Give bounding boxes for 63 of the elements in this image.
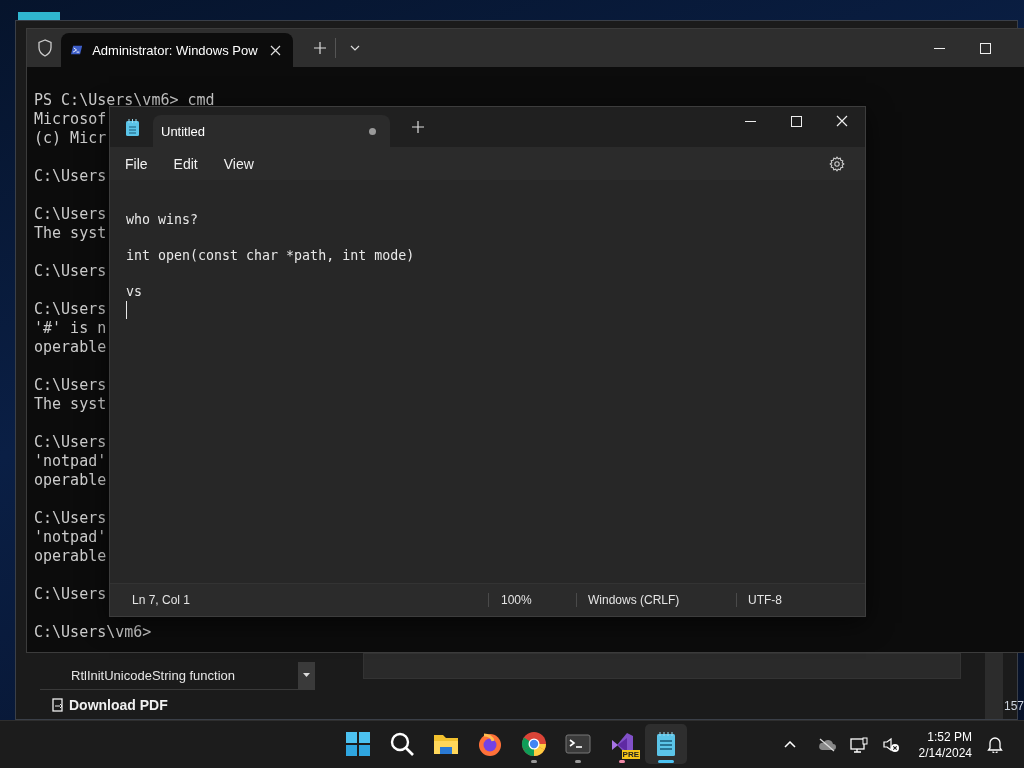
cursor-position: Ln 7, Col 1 (132, 593, 192, 607)
edition-badge: PRE (621, 750, 640, 759)
terminal-line: C:\Users (34, 433, 107, 451)
windows-logo-icon (344, 730, 372, 758)
terminal-line: C:\Users (34, 376, 107, 394)
maximize-icon (790, 115, 802, 127)
close-icon (836, 115, 848, 127)
caret-icon (303, 673, 310, 677)
dropdown-button[interactable] (298, 661, 315, 689)
speaker-muted-icon (881, 736, 900, 753)
taskbar-app[interactable]: PRE (601, 724, 643, 764)
terminal-line: 'notpad' (34, 528, 107, 546)
nav-item[interactable]: RtlInitUnicodeString function (40, 667, 298, 683)
notepad-icon (126, 118, 139, 136)
text-caret (126, 301, 127, 319)
terminal-line: 'notpad' (34, 452, 107, 470)
terminal-line: C:\Users (34, 205, 107, 223)
powershell-icon (71, 43, 83, 57)
terminal-line: C:\Users (34, 509, 107, 527)
encoding: UTF-8 (748, 593, 782, 607)
close-icon (269, 44, 281, 56)
chevron-up-icon (783, 741, 796, 748)
terminal-line: '#' is n (34, 319, 107, 337)
menu-item[interactable]: Edit (164, 151, 207, 176)
edge-text: 157 (1004, 699, 1024, 713)
shield-icon (37, 39, 53, 57)
download-link[interactable]: Download PDF (52, 697, 315, 713)
bell-icon (987, 736, 1003, 753)
plus-icon (314, 42, 326, 54)
terminal-line: C:\Users\vm6> (34, 623, 152, 641)
settings-button[interactable] (829, 155, 845, 172)
minimize-icon (933, 47, 945, 49)
chrome-icon (520, 730, 548, 758)
line-ending: Windows (CRLF) (588, 593, 681, 607)
terminal-line: operable (34, 338, 107, 356)
terminal-line: C:\Users (34, 585, 107, 603)
taskbar-app[interactable] (645, 724, 687, 764)
terminal-line: C:\Users (34, 167, 107, 185)
zoom-level: 100% (501, 593, 533, 607)
terminal-line: C:\Users (34, 262, 107, 280)
editor-text[interactable]: who wins? int open(const char *path, int mode) vs (126, 193, 849, 301)
terminal-line: operable (34, 547, 107, 565)
menu-item[interactable]: File (116, 151, 157, 176)
document-icon (52, 698, 65, 712)
terminal-line: (c) Micr (34, 129, 107, 147)
cloud-off-icon (817, 737, 836, 752)
chevron-icon (350, 45, 360, 51)
maximize-icon (979, 42, 991, 54)
terminal-line: C:\Users (34, 300, 107, 318)
minimize-icon (744, 120, 756, 122)
terminal-line: The syst (34, 224, 107, 242)
terminal-line: operable (34, 471, 107, 489)
document-tab[interactable]: Untitled (153, 115, 390, 147)
terminal-tab[interactable]: Administrator: Windows Pow (61, 33, 293, 67)
monitor-icon (849, 736, 868, 753)
settings-icon (829, 155, 845, 172)
terminal-line: Microsof (34, 110, 107, 128)
menu-item[interactable]: View (214, 151, 263, 176)
terminal-line: PS C:\Users\vm6> cmd (34, 91, 215, 109)
terminal-line: The syst (34, 395, 107, 413)
search-icon (388, 730, 416, 758)
plus-icon (412, 121, 424, 133)
clock[interactable]: 1:52 PM 2/14/2024 (918, 728, 972, 761)
